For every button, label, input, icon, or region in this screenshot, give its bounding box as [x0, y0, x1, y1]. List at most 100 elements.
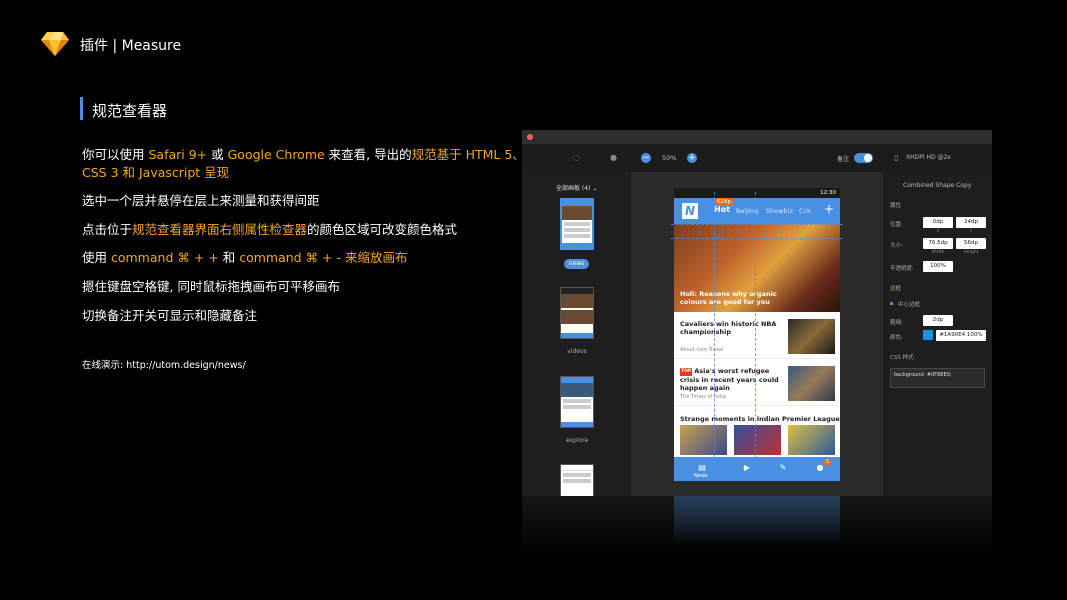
css-heading: CSS 样式 — [890, 355, 914, 361]
highlight-zoom-text: 来缩放画布 — [344, 250, 408, 265]
add-tab-icon[interactable]: + — [824, 202, 834, 216]
feature-line-browsers-cont: CSS 3 和 Javascript 呈现 — [82, 164, 522, 182]
height-sub-label: Height — [963, 250, 979, 255]
section-title: 规范查看器 — [92, 102, 168, 120]
page-title: 插件 | Measure — [80, 38, 182, 54]
spinner-icon[interactable]: ◌ — [572, 153, 581, 162]
highlight-chrome: Google Chrome — [227, 147, 325, 162]
border-heading: 边框 — [890, 286, 902, 292]
measure-guide — [755, 192, 756, 472]
story-title: Cavaliers win historic NBA championship — [680, 320, 777, 336]
artboard-filter[interactable]: 全部画板 (4) ⌄ — [556, 183, 597, 192]
zoom-out-button[interactable]: − — [641, 153, 651, 163]
grid-image[interactable] — [788, 425, 835, 455]
story-source: The Times of India — [680, 394, 726, 400]
width-sub-label: Width — [931, 250, 945, 255]
feature-line-notes: 切换备注开关可显示和隐藏备注 — [82, 308, 258, 323]
mouse-icon[interactable]: ● — [609, 153, 618, 162]
status-bar: 12:30 — [674, 188, 840, 198]
measure-guide — [671, 238, 843, 239]
tab-showbiz[interactable]: Showbiz — [766, 207, 793, 215]
position-y-value[interactable]: 24dp — [956, 217, 986, 228]
text-fragment: 的颜色区域可改变颜色格式 — [307, 222, 458, 237]
artboard-sidebar: 全部画板 (4) ⌄ news videos explore — [522, 172, 631, 496]
props-heading: 属性 — [890, 203, 902, 209]
zoom-level: 50% — [662, 154, 677, 162]
tab-cric[interactable]: Cric — [799, 207, 812, 215]
story-item[interactable]: Cavaliers win historic NBA championship … — [674, 312, 840, 359]
highlight-standards: 规范基于 HTML 5、 — [411, 147, 525, 162]
toolbar: ◌ ● − 50% + 备注 ▯ XHDPI HD @2x — [522, 144, 992, 172]
artboard-thumb-news[interactable] — [560, 198, 594, 250]
css-code-box[interactable]: background: #0F88E0; — [890, 368, 985, 388]
news-tab-label: News — [694, 473, 708, 479]
artboard-label-news[interactable]: news — [564, 259, 589, 269]
artboard-canvas[interactable]: 12:30 N 62dp Hot Beijing Showbiz Cric + … — [631, 172, 883, 496]
app-logo: N — [682, 203, 698, 219]
top-badge: TOP — [680, 368, 693, 376]
highlight-safari: Safari 9+ — [148, 147, 208, 162]
color-label: 颜色: — [890, 335, 903, 341]
property-inspector: Combined Shape Copy 属性 位置: 0dp 24dp X Y … — [883, 172, 992, 496]
measure-guide — [714, 192, 715, 472]
highlight-css: CSS 3 和 Javascript 呈现 — [82, 165, 230, 180]
section-accent-bar — [80, 97, 83, 120]
position-label: 位置: — [890, 222, 903, 228]
text-fragment: 使用 — [82, 250, 111, 265]
thickness-value[interactable]: 2dp — [923, 315, 953, 326]
color-swatch[interactable] — [923, 330, 933, 340]
tab-hot[interactable]: Hot — [714, 205, 730, 214]
width-value[interactable]: 76.5dp — [923, 238, 953, 249]
demo-link[interactable]: 在线演示: http://utom.design/news/ — [82, 357, 246, 371]
news-tab-icon[interactable]: ▤ — [697, 463, 707, 473]
video-tab-icon[interactable]: ▶ — [742, 463, 752, 473]
border-item: 中心边框 — [898, 302, 921, 308]
highlight-zoom-in: command ⌘ + + — [110, 250, 223, 265]
artboard-label-videos[interactable]: videos — [557, 348, 597, 355]
story-image — [788, 319, 835, 354]
grid-story-title: Strange moments in Indian Premier League — [680, 415, 840, 423]
story-image — [788, 366, 835, 401]
thickness-label: 粗细: — [890, 320, 903, 326]
artboard-thumb-more[interactable] — [560, 464, 594, 496]
explore-tab-icon[interactable]: ✎ — [778, 463, 788, 473]
measure-guide — [671, 224, 843, 225]
position-x-value[interactable]: 0dp — [923, 217, 953, 228]
profile-tab-icon[interactable]: ● — [815, 463, 825, 473]
close-window-button[interactable] — [527, 134, 533, 140]
device-resolution-select[interactable]: XHDPI HD @2x — [906, 154, 951, 161]
notes-toggle[interactable] — [854, 153, 873, 163]
artboard-thumb-videos[interactable] — [560, 287, 594, 339]
text-fragment: 来查看, 导出的 — [324, 147, 412, 162]
phone-reflection — [674, 496, 840, 546]
opacity-value[interactable]: 100% — [923, 261, 953, 272]
text-fragment: 和 — [222, 250, 240, 265]
highlight-zoom-out: command ⌘ + - — [239, 250, 345, 265]
feature-line-browsers: 你可以使用 Safari 9+ 或 Google Chrome 来查看, 导出的… — [82, 146, 525, 164]
color-value[interactable]: #1A90E4 100% — [936, 330, 986, 341]
text-fragment: 你可以使用 — [82, 147, 149, 162]
phone-artboard[interactable]: 12:30 N 62dp Hot Beijing Showbiz Cric + … — [674, 188, 840, 481]
sketch-logo-icon — [41, 32, 69, 56]
artboard-label-explore[interactable]: explore — [557, 437, 597, 444]
feature-line-zoom: 使用 command ⌘ + + 和 command ⌘ + - 来缩放画布 — [82, 249, 522, 267]
height-value[interactable]: 56dp — [956, 238, 986, 249]
story-title: TOP Asia's worst refugee crisis in recent… — [680, 367, 780, 392]
grid-image[interactable] — [680, 425, 727, 455]
text-fragment: 点击位于 — [82, 222, 133, 237]
app-nav-bar: N 62dp Hot Beijing Showbiz Cric + — [674, 198, 840, 224]
feature-line-measure: 选中一个层并悬停在层上来测量和获得间距 — [82, 193, 320, 208]
feature-line-pan: 摁住键盘空格键, 同时鼠标拖拽画布可平移画布 — [82, 279, 340, 294]
story-item[interactable]: TOP Asia's worst refugee crisis in recent… — [674, 359, 840, 406]
artboard-thumb-explore[interactable] — [560, 376, 594, 428]
zoom-in-button[interactable]: + — [687, 153, 697, 163]
grid-image[interactable] — [734, 425, 781, 455]
size-label: 大小: — [890, 243, 903, 249]
opacity-label: 不透明度: — [890, 266, 914, 272]
y-sub-label: Y — [969, 229, 973, 234]
window-reflection — [522, 496, 992, 556]
highlight-inspector: 规范查看器界面右侧属性检查器 — [132, 222, 308, 237]
story-source: About.com Travel — [680, 347, 724, 353]
x-sub-label: X — [936, 229, 940, 234]
notes-label: 备注 — [837, 156, 850, 163]
